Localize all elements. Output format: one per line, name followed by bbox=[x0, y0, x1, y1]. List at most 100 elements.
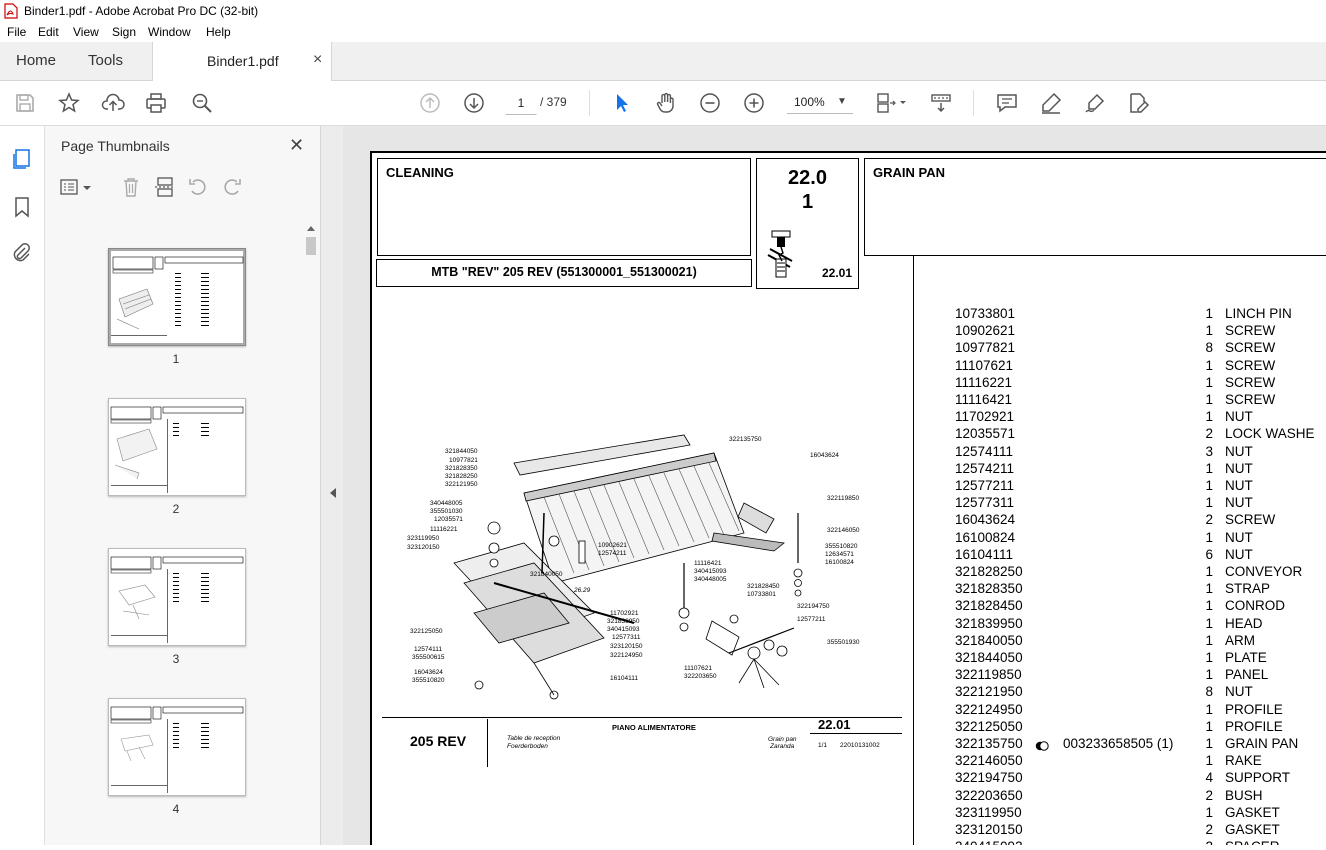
upload-cloud-icon[interactable] bbox=[101, 91, 125, 115]
diagram-label: 322125050 bbox=[410, 628, 443, 635]
print-icon[interactable] bbox=[144, 91, 168, 115]
page-thumbnail[interactable] bbox=[108, 698, 246, 796]
page-total: / 379 bbox=[540, 95, 567, 109]
part-quantity: 1 bbox=[1205, 529, 1213, 545]
diagram-label: 340448005 bbox=[430, 500, 463, 507]
part-description: LOCK WASHE bbox=[1225, 426, 1315, 442]
part-number: 12577211 bbox=[955, 478, 1015, 493]
part-quantity: 6 bbox=[1205, 546, 1213, 562]
next-page-icon[interactable] bbox=[462, 91, 486, 115]
thumbnail-page-number: 4 bbox=[172, 802, 180, 816]
menu-sign[interactable]: Sign bbox=[112, 25, 136, 39]
diagram-label: 10977821 bbox=[449, 457, 478, 464]
bookmark-star-icon[interactable] bbox=[57, 91, 81, 115]
highlight-pen-icon[interactable] bbox=[1039, 91, 1063, 115]
diagram-label: 355501030 bbox=[430, 508, 463, 515]
scroll-mode-icon[interactable] bbox=[929, 91, 953, 115]
part-replacement-code: 003233658505 (1) bbox=[1063, 736, 1174, 751]
reference-major: 22.0 bbox=[788, 167, 827, 189]
diagram-label: 12574211 bbox=[598, 550, 627, 557]
page-number-input[interactable]: 1 bbox=[505, 91, 537, 115]
page-display-icon[interactable] bbox=[875, 91, 909, 115]
comment-icon[interactable] bbox=[995, 91, 1019, 115]
diagram-label: 321828450 bbox=[747, 583, 780, 590]
part-quantity: 1 bbox=[1205, 736, 1213, 751]
part-quantity: 2 bbox=[1205, 787, 1213, 803]
part-quantity: 1 bbox=[1205, 598, 1213, 614]
diagram-label: 355510820 bbox=[825, 543, 858, 550]
previous-page-icon[interactable] bbox=[418, 91, 442, 115]
diagram-label: 12574111 bbox=[414, 646, 442, 653]
footer-rule bbox=[810, 733, 902, 734]
part-description: ARM bbox=[1225, 632, 1255, 648]
diagram-label: 11107621 bbox=[684, 665, 712, 672]
model-box: MTB "REV" 205 REV (551300001_551300021) bbox=[376, 259, 752, 287]
diagram-label: 11702921 bbox=[610, 610, 639, 617]
close-panel-icon[interactable]: ✕ bbox=[289, 135, 304, 156]
part-description: LINCH PIN bbox=[1225, 306, 1292, 321]
rotate-counterclockwise-icon[interactable] bbox=[187, 176, 209, 198]
diagram-label: 12035571 bbox=[434, 516, 463, 523]
diagram-label: 321840050 bbox=[530, 571, 563, 578]
menu-edit[interactable]: Edit bbox=[38, 25, 59, 39]
thumbnail-scrollbar[interactable] bbox=[305, 223, 317, 845]
title-bar: Binder1.pdf - Adobe Acrobat Pro DC (32-b… bbox=[0, 0, 1326, 22]
zoom-search-icon[interactable] bbox=[190, 91, 214, 115]
part-quantity: 1 bbox=[1205, 804, 1213, 820]
zoom-out-icon[interactable] bbox=[698, 91, 722, 115]
page-thumbnails-icon[interactable] bbox=[11, 148, 33, 170]
thumbnail-preview bbox=[110, 706, 244, 793]
part-quantity: 1 bbox=[1205, 615, 1213, 631]
menu-bar: File Edit View Sign Window Help bbox=[0, 22, 1326, 42]
bookmarks-icon[interactable] bbox=[11, 196, 33, 218]
page-thumbnail[interactable] bbox=[108, 398, 246, 496]
panel-title: Page Thumbnails bbox=[61, 138, 170, 154]
thumbnail-preview bbox=[110, 556, 244, 643]
tab-home[interactable]: Home bbox=[16, 42, 56, 80]
menu-view[interactable]: View bbox=[73, 25, 99, 39]
part-quantity: 1 bbox=[1205, 460, 1213, 476]
part-description: STRAP bbox=[1225, 581, 1271, 597]
attachments-paperclip-icon[interactable] bbox=[11, 242, 33, 264]
zoom-in-icon[interactable] bbox=[742, 91, 766, 115]
sign-pen-icon[interactable] bbox=[1083, 91, 1107, 115]
close-tab-icon[interactable]: × bbox=[313, 51, 322, 69]
diagram-label: 322203650 bbox=[684, 673, 717, 680]
thumbnail-toolbar bbox=[59, 176, 299, 200]
part-number: 322119850 bbox=[955, 667, 1022, 683]
tab-document[interactable]: Binder1.pdf × bbox=[152, 42, 332, 81]
document-viewer[interactable]: CLEANING 22.0 1 22.01 GRAIN PAN MTB "REV… bbox=[343, 126, 1326, 845]
diagram-label: 355500615 bbox=[412, 654, 445, 661]
delete-trash-icon[interactable] bbox=[120, 176, 142, 198]
rotate-clockwise-icon[interactable] bbox=[221, 176, 243, 198]
diagram-label: 12577211 bbox=[797, 616, 826, 623]
tab-tools[interactable]: Tools bbox=[88, 42, 123, 80]
save-icon[interactable] bbox=[13, 91, 37, 115]
thumbnail-options-icon[interactable] bbox=[59, 176, 93, 198]
edit-pdf-icon[interactable] bbox=[1126, 91, 1150, 115]
menu-window[interactable]: Window bbox=[148, 25, 191, 39]
part-number: 322125050 bbox=[955, 718, 1023, 734]
part-description: NUT bbox=[1225, 495, 1253, 511]
zoom-level-select[interactable]: 100% ▼ bbox=[787, 91, 853, 114]
page-thumbnail[interactable] bbox=[108, 548, 246, 646]
diagram-label: 340415093 bbox=[694, 568, 727, 575]
diagram-label: 321839950 bbox=[607, 618, 640, 625]
part-description: PANEL bbox=[1225, 667, 1269, 683]
part-description: SCREW bbox=[1225, 357, 1276, 373]
part-description: PLATE bbox=[1225, 650, 1267, 665]
model-line: MTB "REV" 205 REV (551300001_551300021) bbox=[431, 265, 697, 279]
panel-collapse-handle[interactable] bbox=[321, 126, 343, 845]
footer-title-de: Foerderboden bbox=[507, 743, 548, 750]
select-cursor-icon[interactable] bbox=[610, 91, 634, 115]
thumbnail-page-number: 2 bbox=[172, 502, 180, 516]
extract-pages-icon[interactable] bbox=[154, 176, 176, 198]
part-number: 16100824 bbox=[955, 529, 1016, 545]
footer-title-en: Grain pan bbox=[768, 736, 797, 743]
menu-help[interactable]: Help bbox=[206, 25, 231, 39]
menu-file[interactable]: File bbox=[7, 25, 26, 39]
section-title: CLEANING bbox=[386, 165, 454, 180]
page-thumbnail[interactable] bbox=[108, 248, 246, 346]
hand-tool-icon[interactable] bbox=[654, 91, 678, 115]
part-description: SCREW bbox=[1225, 392, 1276, 407]
